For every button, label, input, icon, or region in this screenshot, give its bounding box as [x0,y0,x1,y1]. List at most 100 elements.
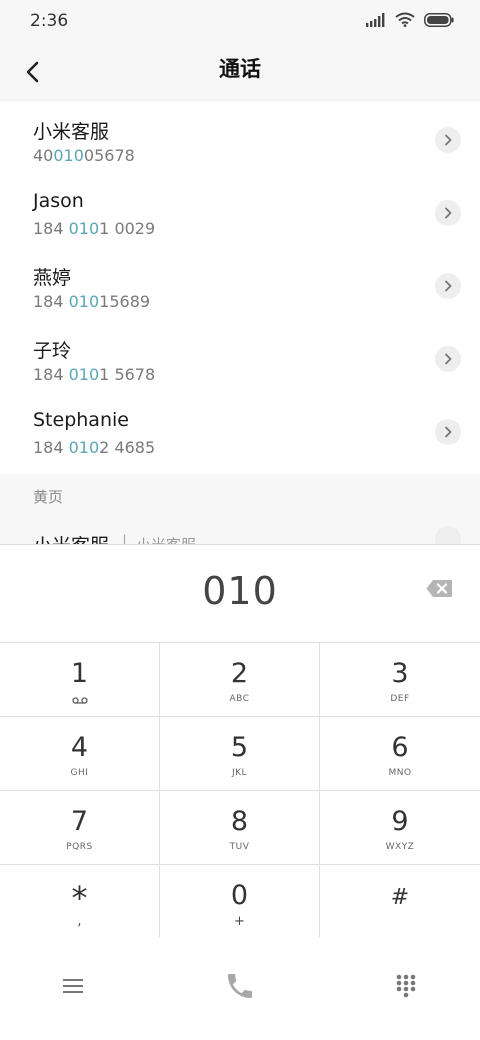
menu-icon [63,979,83,993]
header: 通话 [0,44,480,100]
yellow-pages-subtitle: 小米客服 [136,534,196,544]
number-suffix: 05678 [83,146,135,165]
key-digit: 3 [391,658,409,689]
key-letters: TUV [229,842,250,852]
signal-icon [366,12,385,27]
dial-display: 010 [0,545,480,642]
key-digit: 6 [391,732,409,763]
yellow-pages-name: 小米客服 [33,531,109,544]
contact-name: 子玲 [33,340,72,362]
page-title: 通话 [219,57,261,81]
key-letters: MNO [388,768,412,778]
key-digit: * [71,879,88,917]
key-letters: WXYZ [385,842,415,852]
contact-detail-button[interactable] [435,346,461,372]
number-match: 010 [68,365,100,384]
key-letters: + [234,914,245,929]
contact-name: Jason [33,190,84,212]
number-match: 010 [68,219,100,238]
call-button[interactable] [215,964,265,1008]
contact-number: 184 0101 0029 [33,219,155,238]
contact-number: 184 01015689 [33,292,150,311]
number-suffix: 2 4685 [99,438,156,457]
key-8[interactable]: 8 TUV [160,791,320,865]
backspace-icon [426,579,452,597]
chevron-right-icon [445,280,452,292]
number-suffix: 1 5678 [99,365,156,384]
key-0[interactable]: 0 + [160,865,320,939]
contact-detail-button[interactable] [435,127,461,153]
number-prefix: 184 [33,292,69,311]
key-star[interactable]: * , [0,865,160,939]
back-button[interactable] [12,52,52,92]
key-digit: 4 [70,732,89,763]
back-arrow-icon [26,61,39,83]
key-4[interactable]: 4 GHI [0,717,160,791]
contact-item[interactable]: 小米客服 4001005678 [0,102,480,175]
dialer-panel: 010 1 2 ABC 3 DEF 4 GHI 5 JKL 6 MNO 7 PQ… [0,544,480,1040]
key-digit: 9 [391,806,409,837]
number-match: 010 [68,438,100,457]
status-time: 2:36 [30,11,69,31]
contact-item[interactable]: Stephanie 184 0102 4685 [0,394,480,467]
menu-button[interactable] [48,964,98,1008]
keypad: 1 2 ABC 3 DEF 4 GHI 5 JKL 6 MNO 7 PQRS 8… [0,642,480,939]
yellow-pages-item[interactable]: 小米客服 | 小米客服 [0,526,480,544]
yellow-pages-detail-button[interactable] [435,526,461,544]
number-prefix: 40 [33,146,54,165]
chevron-right-icon [445,426,452,438]
voicemail-icon [72,697,88,704]
number-prefix: 184 [33,219,69,238]
key-3[interactable]: 3 DEF [320,643,480,717]
battery-icon [424,12,454,27]
number-match: 010 [53,146,84,165]
key-9[interactable]: 9 WXYZ [320,791,480,865]
status-bar: 2:36 [0,0,480,44]
yellow-pages-label: 黄页 [33,488,64,506]
phone-icon [228,974,252,998]
number-prefix: 184 [33,365,69,384]
contact-item[interactable]: 子玲 184 0101 5678 [0,321,480,394]
contact-name: 小米客服 [33,121,110,143]
contact-detail-button[interactable] [435,200,461,226]
number-prefix: 184 [33,438,69,457]
key-letters: DEF [390,694,410,704]
key-letters: ABC [229,694,250,704]
contact-number: 184 0101 5678 [33,365,155,384]
key-7[interactable]: 7 PQRS [0,791,160,865]
key-digit: 0 [230,880,249,911]
contact-number: 4001005678 [33,146,135,165]
chevron-right-icon [445,353,452,365]
bottom-action-bar [0,938,480,1040]
backspace-button[interactable] [424,575,454,601]
number-match: 010 [68,292,100,311]
key-letters: GHI [70,768,89,778]
number-suffix: 15689 [99,292,151,311]
key-letters: PQRS [66,842,93,852]
search-results[interactable]: 小米客服 4001005678 Jason 184 0101 0029 燕婷 1… [0,100,480,544]
keypad-toggle-button[interactable] [381,964,431,1008]
wifi-icon [395,12,415,27]
key-digit: 5 [230,732,249,763]
chevron-right-icon [445,207,452,219]
key-6[interactable]: 6 MNO [320,717,480,791]
contact-name: 燕婷 [33,267,72,289]
dial-number-input[interactable]: 010 [0,569,480,613]
key-1[interactable]: 1 [0,643,160,717]
yellow-pages-separator: | [122,532,128,544]
key-letters: , [77,914,82,929]
key-digit: # [390,885,410,910]
contact-name: Stephanie [33,409,129,431]
key-2[interactable]: 2 ABC [160,643,320,717]
key-hash[interactable]: # [320,865,480,939]
chevron-right-icon [445,134,452,146]
keypad-icon [396,974,416,998]
contact-detail-button[interactable] [435,273,461,299]
key-digit: 2 [230,658,249,689]
number-suffix: 1 0029 [99,219,156,238]
key-5[interactable]: 5 JKL [160,717,320,791]
contact-detail-button[interactable] [435,419,461,445]
key-digit: 7 [70,806,89,837]
contact-item[interactable]: Jason 184 0101 0029 [0,175,480,248]
contact-item[interactable]: 燕婷 184 01015689 [0,248,480,321]
